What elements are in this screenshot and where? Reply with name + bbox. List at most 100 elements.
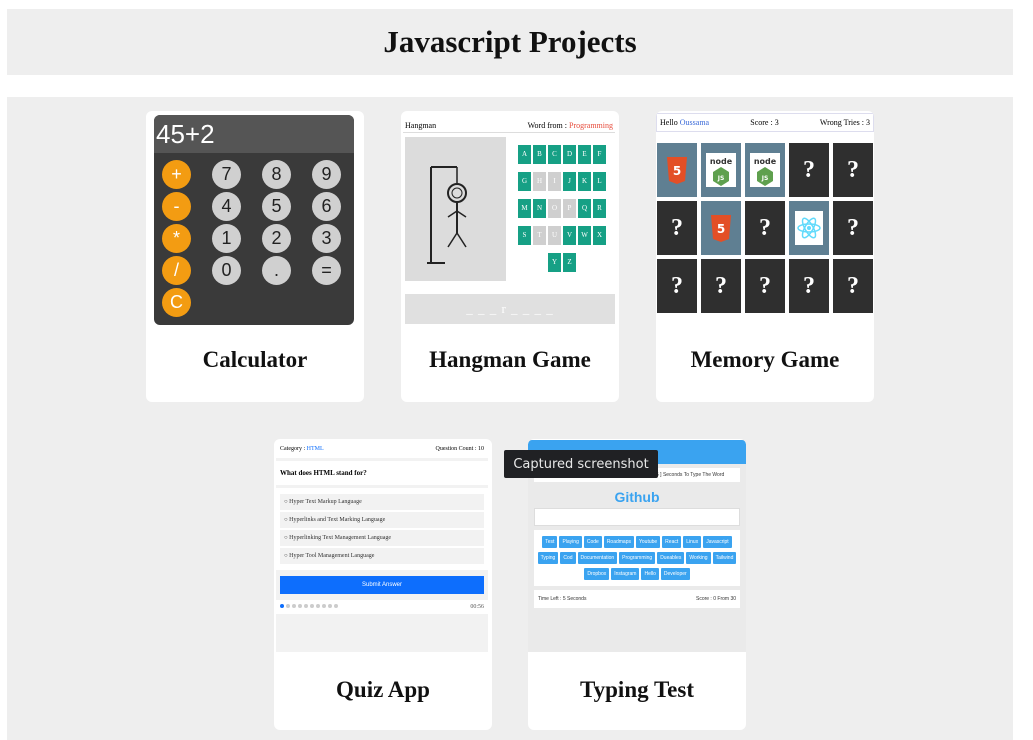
calculator-key: .: [262, 256, 291, 285]
player-name: Oussama: [679, 118, 710, 127]
svg-text:node: node: [754, 157, 777, 166]
calculator-key: 2: [262, 224, 291, 253]
time-left: Time Left : 5 Seconds: [538, 596, 587, 602]
hidden-tile: ?: [789, 259, 829, 313]
calculator-key: =: [312, 256, 341, 285]
wrong-tries: Wrong Tries : 3: [819, 118, 870, 127]
html-tile: 5: [701, 201, 741, 255]
calculator-key: 5: [262, 192, 291, 221]
project-card-calculator[interactable]: 45+2 +7 8 9 -4 5 6 * 1 2 3 / 0. = C Calculator: [146, 111, 364, 402]
word-chip: Hello: [641, 568, 659, 580]
word-chip: Working: [686, 552, 711, 564]
progress-dot: [322, 604, 326, 608]
letter-tile: K: [578, 172, 591, 191]
letter-tile: J: [563, 172, 576, 191]
letter-tile: G: [518, 172, 531, 191]
calculator-preview: 45+2 +7 8 9 -4 5 6 * 1 2 3 / 0. = C: [154, 113, 356, 325]
letters-grid: A B C D E F G H I J K L M N O P Q R S T U V W X Y Z: [511, 145, 615, 280]
calculator-key: *: [162, 224, 191, 253]
word-chip: Javascript: [703, 536, 732, 548]
project-card-quiz[interactable]: Category : HTML Question Count : 10 What…: [274, 439, 492, 730]
calculator-key: 9: [312, 160, 341, 189]
hangman-drawing: [405, 137, 506, 281]
hidden-tile: ?: [745, 201, 785, 255]
node-tile: node JS: [701, 143, 741, 197]
word-chip: Test: [542, 536, 558, 548]
word-chip: Youtube: [636, 536, 661, 548]
letter-tile: H: [533, 172, 546, 191]
word-chip: Documentation: [577, 552, 618, 564]
calculator-key: 7: [212, 160, 241, 189]
letter-tile: C: [548, 145, 561, 164]
progress-dot: [286, 604, 290, 608]
calculator-display: 45+2: [154, 115, 354, 153]
svg-text:5: 5: [673, 164, 681, 178]
html-tile: 5: [657, 143, 697, 197]
hangman-word: _ _ _ r _ _ _ _: [405, 294, 615, 324]
letter-tile: R: [593, 199, 606, 218]
word-chip: Instagram: [611, 568, 640, 580]
letter-tile: F: [593, 145, 606, 164]
word-chip: Developer: [660, 568, 690, 580]
question-count: Question Count : 10: [435, 446, 484, 452]
letter-tile: S: [518, 226, 531, 245]
hangman-heading: Hangman: [405, 121, 437, 130]
word-from-label: Word from :: [527, 121, 567, 130]
word-chip: Playing: [559, 536, 582, 548]
typing-score: Score : 0 From 30: [695, 596, 736, 602]
project-card-typing[interactable]: You Are Playing On [ Easy ] Level & You …: [528, 439, 746, 730]
project-card-memory[interactable]: Hello Oussama Score : 3 Wrong Tries : 3 …: [656, 111, 874, 402]
hidden-tile: ?: [833, 259, 873, 313]
progress-dot: [316, 604, 320, 608]
quiz-option: ○ Hyper Text Markup Language: [280, 494, 484, 510]
word-from-value: Programming: [569, 121, 613, 130]
word-chip: Dropbox: [584, 568, 610, 580]
project-title: Calculator: [202, 347, 308, 372]
letter-tile: L: [593, 172, 606, 191]
letter-tile: A: [518, 145, 531, 164]
svg-text:JS: JS: [761, 175, 769, 182]
typing-input: [534, 508, 740, 526]
hidden-tile: ?: [745, 259, 785, 313]
hello-label: Hello: [660, 118, 678, 127]
hidden-tile: ?: [701, 259, 741, 313]
project-title: Hangman Game: [429, 347, 591, 372]
letter-tile: D: [563, 145, 576, 164]
calculator-key: 3: [312, 224, 341, 253]
quiz-option: ○ Hyperlinking Text Management Language: [280, 530, 484, 546]
memory-preview: Hello Oussama Score : 3 Wrong Tries : 3 …: [656, 113, 874, 325]
calculator-key: 6: [312, 192, 341, 221]
hidden-tile: ?: [833, 143, 873, 197]
category-label: Category :: [280, 446, 306, 452]
word-chip: Typing: [537, 552, 559, 564]
calculator-key: C: [162, 288, 191, 317]
calculator-key: 8: [262, 160, 291, 189]
quiz-timer: 00:56: [470, 604, 484, 610]
letter-tile: V: [563, 226, 576, 245]
letter-tile: M: [518, 199, 531, 218]
calculator-key: 4: [212, 192, 241, 221]
letter-tile: T: [533, 226, 546, 245]
hangman-preview: Hangman Word from : Programming A B C D …: [403, 113, 617, 325]
letter-tile: Y: [548, 253, 561, 272]
letter-tile: Q: [578, 199, 591, 218]
letter-tile: E: [578, 145, 591, 164]
progress-dot: [328, 604, 332, 608]
typing-word: Github: [614, 489, 660, 505]
quiz-option: ○ Hyper Tool Management Language: [280, 548, 484, 564]
letter-tile: W: [578, 226, 591, 245]
word-chip: Code: [583, 536, 602, 548]
calculator-key: -: [162, 192, 191, 221]
progress-dot: [334, 604, 338, 608]
hidden-tile: ?: [657, 259, 697, 313]
word-chip: Tailwind: [712, 552, 737, 564]
svg-text:node: node: [710, 157, 733, 166]
letter-tile: U: [548, 226, 561, 245]
progress-dot: [310, 604, 314, 608]
progress-dot: [280, 604, 284, 608]
progress-dot: [298, 604, 302, 608]
progress-dot: [292, 604, 296, 608]
project-card-hangman[interactable]: Hangman Word from : Programming A B C D …: [401, 111, 619, 402]
svg-text:5: 5: [717, 222, 725, 236]
project-title: Quiz App: [336, 677, 430, 702]
